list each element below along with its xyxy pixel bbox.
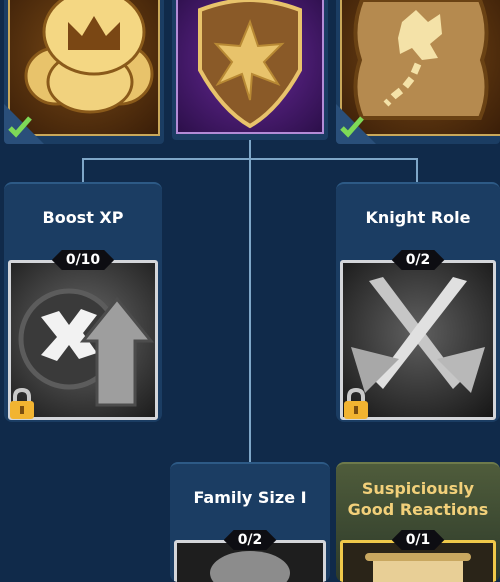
sheriff-badge-icon [198, 0, 302, 129]
sheriff-badge-tile[interactable] [172, 0, 328, 140]
perk-title-line-2: Good Reactions [347, 500, 489, 519]
perk-card-boost-xp[interactable]: Boost XP 0/10 [4, 182, 162, 422]
perk-progress: 0/1 [392, 530, 445, 550]
perk-card-family-size[interactable]: Family Size I 0/2 [170, 462, 330, 582]
lock-icon [344, 388, 368, 419]
crown-coins-tile[interactable] [4, 0, 164, 144]
connector-left-drop [82, 158, 84, 184]
perk-title: Family Size I [193, 488, 307, 507]
connector-vertical [249, 135, 251, 465]
perk-card-suspiciously-good-reactions[interactable]: Suspiciously Good Reactions 0/1 [336, 462, 500, 582]
completed-check-icon [4, 104, 44, 144]
connector-horizontal [82, 158, 418, 160]
treasure-map-tile[interactable] [336, 0, 500, 144]
perk-title-line-1: Suspiciously [361, 479, 475, 498]
perk-card-knight-role[interactable]: Knight Role 0/2 [336, 182, 500, 422]
perk-progress: 0/2 [392, 250, 445, 270]
lock-icon [10, 388, 34, 419]
perk-title: Knight Role [365, 208, 471, 227]
connector-right-drop [416, 158, 418, 184]
completed-check-icon [336, 104, 376, 144]
perk-title: Suspiciously Good Reactions [336, 478, 500, 520]
perk-title: Boost XP [42, 208, 124, 227]
perk-progress: 0/2 [224, 530, 277, 550]
perk-progress: 0/10 [52, 250, 114, 270]
